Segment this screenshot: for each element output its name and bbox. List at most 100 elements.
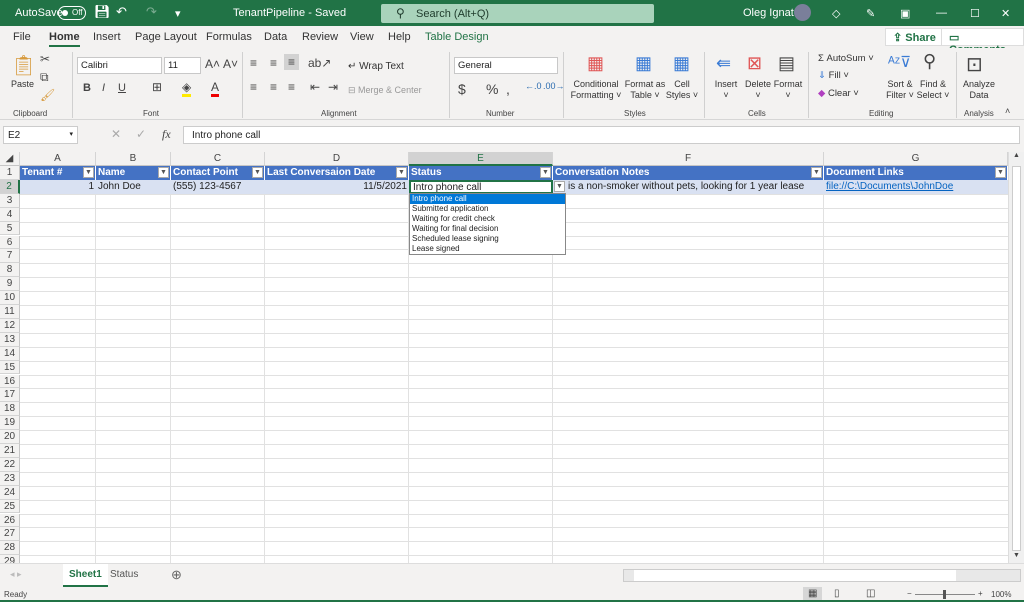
column-header-g[interactable]: G xyxy=(824,152,1008,166)
column-header-b[interactable]: B xyxy=(96,152,171,166)
column-header-d[interactable]: D xyxy=(265,152,409,166)
tab-review[interactable]: Review xyxy=(302,31,338,43)
tab-view[interactable]: View xyxy=(350,31,374,43)
formula-input[interactable]: Intro phone call xyxy=(183,126,1020,144)
normal-view-icon[interactable]: ▦ xyxy=(803,587,823,600)
dropdown-option[interactable]: Scheduled lease signing xyxy=(410,234,565,244)
cell-g2-link[interactable]: file://C:\Documents\JohnDoe xyxy=(824,180,1008,194)
increase-indent-icon[interactable]: ⇥ xyxy=(328,80,338,94)
filter-dropdown-icon[interactable]: ▼ xyxy=(540,167,551,178)
find-icon[interactable]: ⚲ xyxy=(923,51,936,72)
number-format-select[interactable]: General xyxy=(454,57,558,74)
row-header[interactable]: 11 xyxy=(0,305,20,319)
cell-e2-active[interactable]: Intro phone call xyxy=(409,180,553,194)
validation-dropdown-button[interactable]: ▼ xyxy=(554,181,565,192)
premium-diamond-icon[interactable]: ◇ xyxy=(832,7,840,20)
conditional-formatting-icon[interactable]: ▦ xyxy=(587,53,604,74)
column-header-c[interactable]: C xyxy=(171,152,265,166)
dropdown-option[interactable]: Lease signed xyxy=(410,244,565,254)
add-sheet-icon[interactable]: ⊕ xyxy=(171,567,182,583)
increase-font-icon[interactable]: A˄ xyxy=(205,57,220,71)
prev-sheet-icon[interactable]: ◂ ▸ xyxy=(10,569,22,580)
insert-cells-icon[interactable]: ⇚ xyxy=(716,53,731,74)
autosave-toggle[interactable]: Off xyxy=(58,6,86,20)
orientation-icon[interactable]: ab↗ xyxy=(308,56,331,70)
tab-data[interactable]: Data xyxy=(264,31,287,43)
filter-dropdown-icon[interactable]: ▼ xyxy=(995,167,1006,178)
align-right-icon[interactable]: ≡ xyxy=(288,80,295,94)
cell-styles-icon[interactable]: ▦ xyxy=(673,53,690,74)
row-header[interactable]: 13 xyxy=(0,332,20,347)
clear-button[interactable]: ◆ Clear ˅ xyxy=(818,88,859,99)
cut-icon[interactable]: ✂ xyxy=(40,52,50,66)
search-box[interactable]: ⚲ Search (Alt+Q) xyxy=(381,4,654,23)
filter-dropdown-icon[interactable]: ▼ xyxy=(252,167,263,178)
ribbon-display-icon[interactable]: ▣ xyxy=(900,7,910,20)
format-painter-icon[interactable]: 🖌︎ xyxy=(40,88,55,102)
wrap-text-button[interactable]: ↵ Wrap Text xyxy=(348,61,404,72)
format-as-table-button[interactable]: Format as Table ˅ xyxy=(623,79,667,101)
minimize-icon[interactable]: — xyxy=(936,7,947,19)
dropdown-option[interactable]: Waiting for credit check xyxy=(410,214,565,224)
row-header[interactable]: 28 xyxy=(0,541,20,556)
tab-home[interactable]: Home xyxy=(49,31,80,47)
paste-icon[interactable]: 📋︎ xyxy=(11,53,36,78)
filter-dropdown-icon[interactable]: ▼ xyxy=(396,167,407,178)
scroll-thumb[interactable] xyxy=(1012,166,1021,551)
font-size-select[interactable]: 11 xyxy=(164,57,201,74)
fill-button[interactable]: ⇓ Fill ˅ xyxy=(818,70,849,81)
align-middle-icon[interactable]: ≡ xyxy=(270,56,277,70)
sheet-tab-status[interactable]: Status xyxy=(110,569,138,580)
bold-icon[interactable]: B xyxy=(83,82,91,94)
merge-center-button[interactable]: ⊟ Merge & Center xyxy=(348,85,422,96)
filter-dropdown-icon[interactable]: ▼ xyxy=(83,167,94,178)
font-name-select[interactable]: Calibri xyxy=(77,57,162,74)
cell-a2[interactable]: 1 xyxy=(20,180,96,194)
document-title[interactable]: TenantPipeline - Saved xyxy=(233,7,346,19)
row-header[interactable]: 27 xyxy=(0,527,20,542)
insert-function-icon[interactable]: fx xyxy=(162,127,171,142)
tab-formulas[interactable]: Formulas xyxy=(206,31,252,43)
row-header[interactable]: 20 xyxy=(0,430,20,444)
align-bottom-icon[interactable]: ≡ xyxy=(284,54,300,70)
customize-qat-icon[interactable]: ▾ xyxy=(175,7,181,20)
pen-icon[interactable]: ✎ xyxy=(866,7,875,20)
row-header[interactable]: 23 xyxy=(0,471,20,486)
row-header[interactable]: 9 xyxy=(0,277,20,292)
zoom-out-icon[interactable]: − xyxy=(907,589,912,598)
scroll-up-icon[interactable]: ▲ xyxy=(1013,152,1020,159)
vertical-scrollbar[interactable]: ▲ ▼ xyxy=(1008,152,1024,563)
filter-dropdown-icon[interactable]: ▼ xyxy=(158,167,169,178)
sheet-tab-sheet1[interactable]: Sheet1 xyxy=(63,564,108,587)
tab-page-layout[interactable]: Page Layout xyxy=(135,31,197,43)
cell-b2[interactable]: John Doe xyxy=(96,180,171,194)
row-header[interactable]: 15 xyxy=(0,360,20,375)
row-header[interactable]: 19 xyxy=(0,416,20,431)
scroll-down-icon[interactable]: ▼ xyxy=(1013,552,1020,559)
zoom-level[interactable]: 100% xyxy=(991,590,1011,599)
row-header[interactable]: 7 xyxy=(0,249,20,264)
redo-icon[interactable]: ↷ xyxy=(146,4,157,20)
decrease-indent-icon[interactable]: ⇤ xyxy=(310,80,320,94)
row-header[interactable]: 4 xyxy=(0,207,20,222)
horizontal-scrollbar[interactable] xyxy=(623,569,1021,582)
format-as-table-icon[interactable]: ▦ xyxy=(635,53,652,74)
increase-decimal-icon[interactable]: ←.0 xyxy=(525,81,542,91)
delete-cells-icon[interactable]: ⊠ xyxy=(747,53,762,74)
row-header[interactable]: 16 xyxy=(0,374,20,389)
row-header[interactable]: 22 xyxy=(0,457,20,472)
find-select-button[interactable]: Find & Select ˅ xyxy=(915,79,951,101)
delete-cells-button[interactable]: Delete ˅ xyxy=(743,79,773,101)
align-top-icon[interactable]: ≡ xyxy=(250,56,257,70)
share-button[interactable]: ⇪ Share xyxy=(885,28,944,46)
column-header-a[interactable]: A xyxy=(20,152,96,166)
row-header[interactable]: 5 xyxy=(0,221,20,236)
underline-icon[interactable]: U xyxy=(118,82,126,94)
analyze-data-button[interactable]: Analyze Data xyxy=(960,79,998,101)
zoom-slider[interactable] xyxy=(915,590,975,599)
cell-styles-button[interactable]: Cell Styles ˅ xyxy=(664,79,700,101)
align-center-icon[interactable]: ≡ xyxy=(270,80,277,94)
conditional-formatting-button[interactable]: Conditional Formatting ˅ xyxy=(568,79,624,101)
row-header[interactable]: 14 xyxy=(0,346,20,361)
row-header[interactable]: 3 xyxy=(0,193,20,208)
